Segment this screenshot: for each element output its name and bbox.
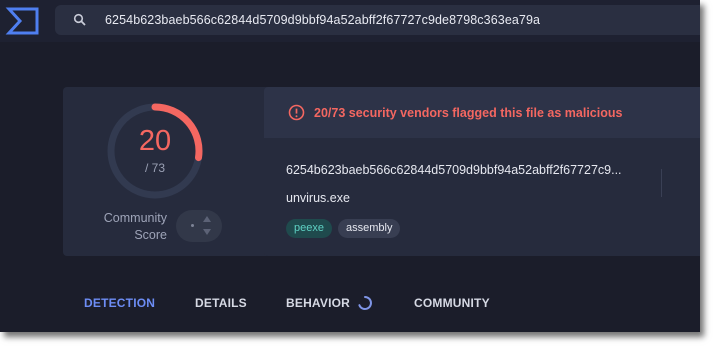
tab-details[interactable]: DETAILS [195,296,247,310]
report-tabs: DETECTION DETAILS BEHAVIOR COMMUNITY [0,288,700,318]
community-score-label: Community Score [103,211,167,242]
divider [661,169,662,197]
tag-peexe[interactable]: peexe [286,219,332,238]
search-icon[interactable] [73,13,87,27]
downvote-icon[interactable] [203,229,211,235]
file-name: unvirus.exe [286,191,350,205]
malicious-alert-banner: 20/73 security vendors flagged this file… [264,87,700,138]
upvote-icon[interactable] [203,216,211,222]
file-detail-card: 20/73 security vendors flagged this file… [264,87,700,256]
community-vote-control[interactable] [176,210,222,242]
file-tags: peexe assembly [286,219,401,238]
vote-indicator [191,224,194,227]
tab-detection[interactable]: DETECTION [84,296,155,310]
detection-count: 20 [138,125,172,157]
engine-total: / 73 [144,161,165,175]
detection-score-card: 20 / 73 Community Score [63,87,270,256]
tab-behavior[interactable]: BEHAVIOR [286,296,350,310]
top-bar: 6254b623baeb566c62844d5709d9bbf94a52abff… [0,0,700,42]
alert-circle-icon [288,104,305,121]
loading-spinner-icon [357,295,373,311]
virustotal-logo-icon[interactable] [0,0,46,42]
alert-text: 20/73 security vendors flagged this file… [314,106,623,120]
search-bar[interactable]: 6254b623baeb566c62844d5709d9bbf94a52abff… [55,5,700,35]
screenshot-frame: 6254b623baeb566c62844d5709d9bbf94a52abff… [0,0,700,332]
tab-community[interactable]: COMMUNITY [414,296,490,310]
search-input[interactable]: 6254b623baeb566c62844d5709d9bbf94a52abff… [105,13,540,27]
file-hash[interactable]: 6254b623baeb566c62844d5709d9bbf94a52abff… [286,163,622,177]
tag-assembly[interactable]: assembly [337,219,401,238]
